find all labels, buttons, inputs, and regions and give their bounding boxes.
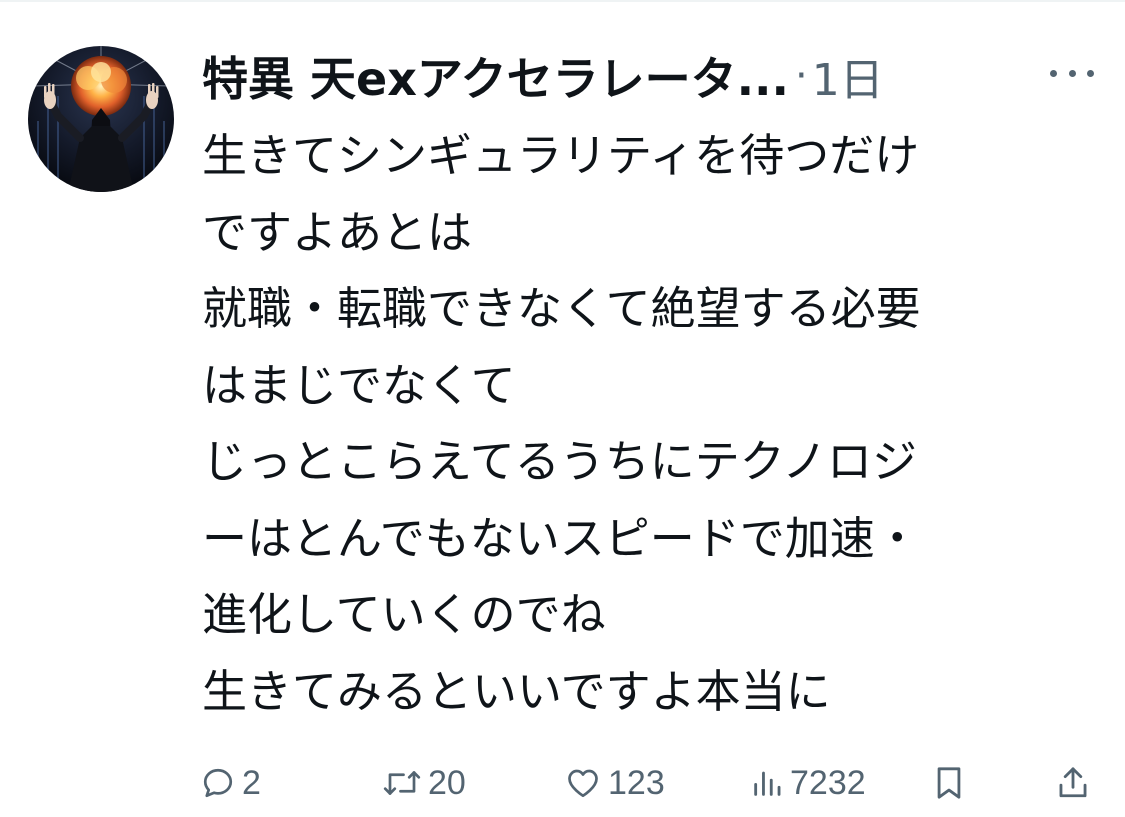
action-bar: 2 20 123 7232 xyxy=(196,758,1096,808)
views-icon xyxy=(750,765,784,801)
repost-count: 20 xyxy=(428,763,466,802)
share-icon xyxy=(1056,764,1090,802)
post[interactable]: 特異 天exアクセラレータ... · 1日 生きてシンギュラリティを待つだけ で… xyxy=(0,0,1125,817)
post-text-line: 就職・転職できなくて絶望する必要 xyxy=(202,282,921,335)
like-button[interactable]: 123 xyxy=(564,758,665,808)
views-button[interactable]: 7232 xyxy=(750,758,866,808)
reply-count: 2 xyxy=(242,763,261,802)
bookmark-icon xyxy=(932,764,966,802)
post-text-line: 生きてシンギュラリティを待つだけ xyxy=(202,129,920,182)
reply-icon xyxy=(200,765,236,801)
timestamp[interactable]: 1日 xyxy=(812,44,884,108)
avatar-image xyxy=(28,46,174,192)
more-dot xyxy=(1068,69,1076,77)
post-header: 特異 天exアクセラレータ... · 1日 xyxy=(202,40,1102,112)
repost-icon xyxy=(382,765,422,801)
post-text-line: 生きてみるといいですよ本当に xyxy=(202,664,831,718)
views-count: 7232 xyxy=(790,763,866,802)
avatar[interactable] xyxy=(28,46,174,192)
display-name[interactable]: 特異 天exアクセラレータ... xyxy=(202,43,789,109)
post-text-line: ですよあとは xyxy=(202,205,473,259)
post-text-line: はまじでなくて xyxy=(202,358,516,412)
more-icon[interactable] xyxy=(1050,58,1094,88)
post-text-line: 進化していくのでね xyxy=(202,588,606,641)
like-count: 123 xyxy=(608,763,665,802)
post-text-line: じっとこらえてるうちにテクノロジ xyxy=(202,435,918,488)
share-button[interactable] xyxy=(1056,758,1090,808)
reply-button[interactable]: 2 xyxy=(200,758,261,808)
header-separator: · xyxy=(795,53,808,99)
more-dot xyxy=(1087,69,1094,77)
heart-icon xyxy=(564,765,602,801)
bookmark-button[interactable] xyxy=(932,758,966,808)
repost-button[interactable]: 20 xyxy=(382,758,466,808)
post-text-line: ーはとんでもないスピードで加速・ xyxy=(202,511,920,565)
post-text: 生きてシンギュラリティを待つだけ ですよあとは 就職・転職できなくて絶望する必要… xyxy=(202,118,1107,730)
more-dot xyxy=(1050,69,1057,77)
